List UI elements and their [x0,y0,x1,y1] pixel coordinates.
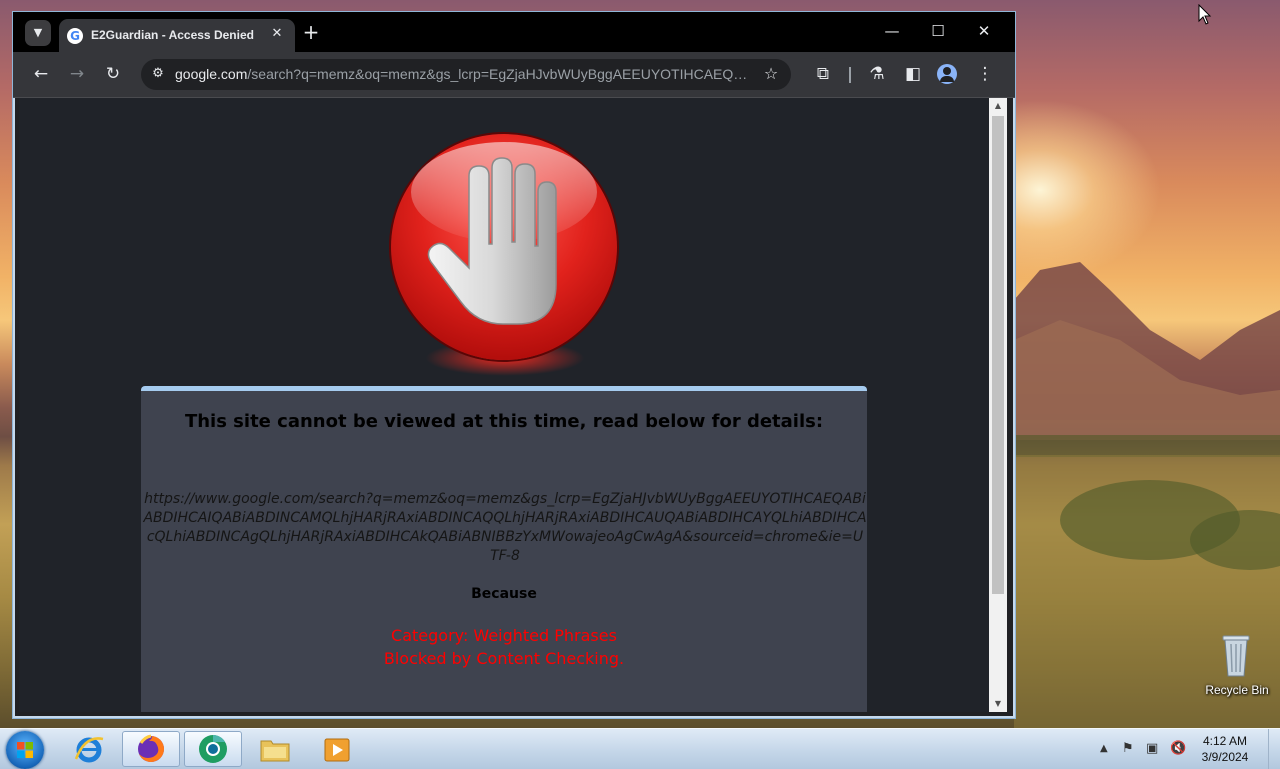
blocked-url-text: https://www.google.com/search?q=memz&oq=… [143,491,867,564]
block-category: Category: Weighted Phrases [391,626,617,645]
mouse-cursor-icon [1198,4,1212,25]
action-center-flag-icon[interactable]: ⚑ [1122,741,1134,756]
extensions-puzzle-icon[interactable]: ⧉ [811,62,835,86]
bookmark-star-icon[interactable]: ☆ [761,64,781,84]
scroll-up-arrow-icon[interactable]: ▲ [989,98,1007,114]
clock-time: 4:12 AM [1202,734,1248,748]
maximize-button[interactable]: ☐ [915,18,961,44]
system-clock[interactable]: 4:12 AM 3/9/2024 [1196,733,1254,765]
taskbar: ▲ ⚑ ▣ 🔇 4:12 AM 3/9/2024 [0,728,1280,769]
browser-window: ▼ G E2Guardian - Access Denied ✕ + — ☐ ✕… [12,11,1016,719]
block-reason: Blocked by Content Checking. [383,649,625,668]
page-scrollbar[interactable]: ▲ ▼ [989,98,1007,712]
tab-close-icon[interactable]: ✕ [267,24,287,44]
address-bar[interactable]: ⚙ google.com/search?q=memz&oq=memz&gs_lc… [141,59,791,90]
block-details-panel: This site cannot be viewed at this time,… [141,386,867,712]
tab-title: E2Guardian - Access Denied [91,28,254,42]
taskbar-firefox[interactable] [122,731,180,767]
taskbar-file-explorer[interactable] [246,731,304,767]
clock-date: 3/9/2024 [1201,750,1249,764]
windows-logo-icon [17,742,33,758]
chrome-icon [199,735,227,763]
forward-arrow-icon[interactable]: → [65,62,89,86]
tab-active[interactable]: G E2Guardian - Access Denied ✕ [59,19,295,52]
back-arrow-icon[interactable]: ← [29,62,53,86]
url-text[interactable]: google.com/search?q=memz&oq=memz&gs_lcrp… [175,66,753,82]
google-favicon-icon: G [67,28,83,44]
media-player-icon [324,738,350,762]
window-close-button[interactable]: ✕ [961,18,1007,44]
reload-icon[interactable]: ↻ [101,62,125,86]
volume-muted-icon[interactable]: 🔇 [1170,741,1186,756]
labs-flask-icon[interactable]: ⚗ [865,62,889,86]
network-icon[interactable]: ▣ [1146,741,1158,756]
folder-icon [260,740,290,762]
page-heading: This site cannot be viewed at this time,… [184,411,824,432]
because-label: Because [471,586,537,602]
firefox-icon [138,734,164,762]
tab-search-dropdown[interactable]: ▼ [25,20,51,46]
profile-avatar-icon[interactable] [937,64,957,84]
show-desktop-button[interactable] [1268,729,1280,769]
menu-kebab-icon[interactable]: ⋮ [973,62,997,86]
recycle-bin-icon [1222,635,1250,677]
internet-explorer-icon [74,737,104,763]
site-info-icon[interactable]: ⚙ [149,65,167,83]
taskbar-chrome[interactable] [184,731,242,767]
new-tab-button[interactable]: + [301,22,321,42]
taskbar-internet-explorer[interactable] [60,731,118,767]
page-content: This site cannot be viewed at this time,… [19,98,989,712]
browser-toolbar: ← → ↻ ⚙ google.com/search?q=memz&oq=memz… [13,52,1015,98]
scroll-down-arrow-icon[interactable]: ▼ [989,696,1007,712]
start-button[interactable] [6,731,44,769]
minimize-button[interactable]: — [869,18,915,44]
toolbar-divider [849,67,851,83]
scrollbar-thumb[interactable] [992,116,1004,594]
tray-overflow-icon[interactable]: ▲ [1100,743,1108,754]
taskbar-media-player[interactable] [308,731,366,767]
stop-hand-icon [391,134,617,360]
recycle-bin-label: Recycle Bin [1205,683,1269,697]
side-panel-icon[interactable]: ◧ [901,62,925,86]
tab-strip: ▼ G E2Guardian - Access Denied ✕ + — ☐ ✕ [13,12,1015,52]
